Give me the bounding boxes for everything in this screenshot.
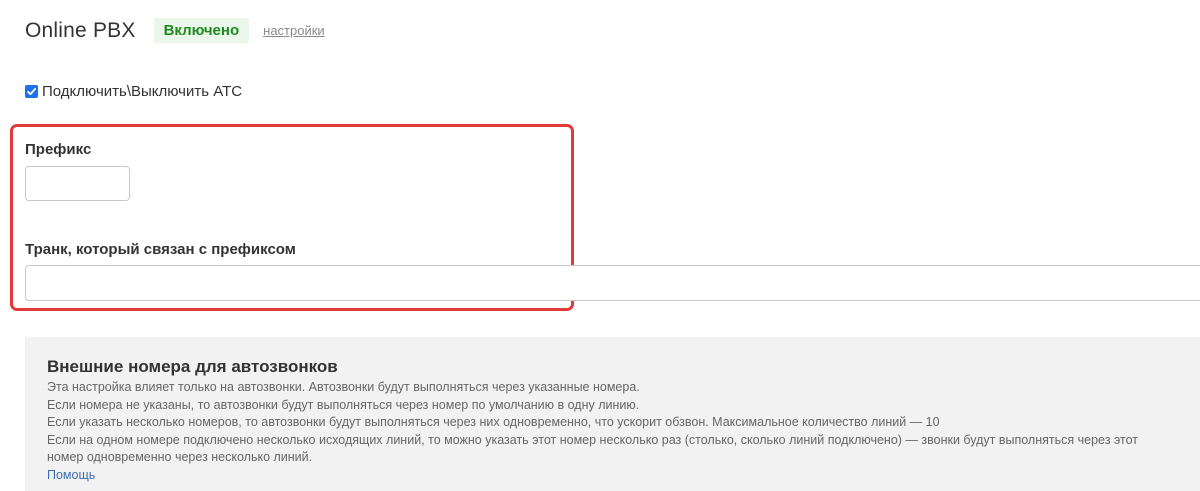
info-title: Внешние номера для автозвонков: [47, 357, 338, 376]
external-numbers-panel: Внешние номера для автозвонков Эта настр…: [25, 337, 1200, 491]
info-line: Если номера не указаны, то автозвонки бу…: [47, 397, 640, 412]
info-line: номер одновременно через несколько линий…: [47, 450, 313, 464]
header: Online PBX Включено настройки: [25, 18, 325, 43]
status-badge: Включено: [153, 18, 250, 43]
prefix-input[interactable]: [25, 166, 130, 201]
app-title: Online PBX: [25, 18, 136, 42]
pbx-toggle-label: Подключить\Выключить АТС: [42, 83, 243, 100]
checkmark-icon: [27, 87, 37, 96]
pbx-settings-page: Online PBX Включено настройки Подключить…: [0, 0, 1200, 491]
help-link[interactable]: Помощь: [47, 467, 1178, 485]
trunk-input[interactable]: [25, 265, 1200, 301]
pbx-toggle: Подключить\Выключить АТС: [25, 83, 242, 100]
info-line: Если на одном номере подключено нескольк…: [47, 432, 1139, 447]
prefix-label: Префикс: [25, 141, 92, 158]
trunk-label: Транк, который связан с префиксом: [25, 241, 296, 258]
info-line: Если указать несколько номеров, то автоз…: [47, 415, 940, 429]
pbx-toggle-checkbox[interactable]: [25, 85, 38, 98]
settings-link[interactable]: настройки: [263, 23, 325, 38]
info-line: Эта настройка влияет только на автозвонк…: [47, 380, 640, 394]
